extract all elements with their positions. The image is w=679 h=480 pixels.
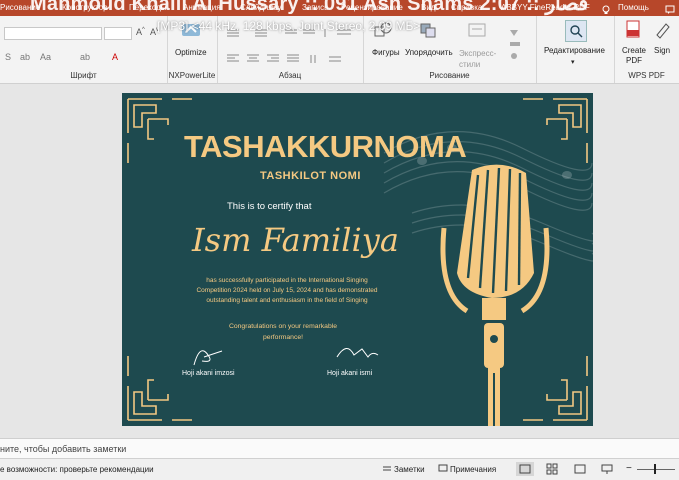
corner-ornament-top-left [127,98,192,163]
zoom-slider[interactable] [637,469,675,470]
zoom-slider-thumb[interactable] [654,464,656,474]
signature-left [193,350,223,366]
arrange-button[interactable]: Упорядочить [405,48,453,57]
reading-view-icon[interactable] [574,463,586,475]
quick-styles-button[interactable]: Экспресс-стили [459,48,496,70]
align-icons[interactable] [225,52,355,64]
body-line: has successfully participated in the Int… [206,277,368,284]
body-line: Competition 2024 held on July 15, 2024 a… [196,287,378,294]
sign-icon [654,20,672,40]
notes-pane[interactable]: ните, чтобы добавить заметки [0,438,679,459]
font-color-icon[interactable]: A [112,52,118,62]
shape-format-icons[interactable] [506,26,530,66]
normal-view-icon[interactable] [516,462,534,476]
optimize-button[interactable]: Optimize [175,48,207,57]
arrange-icon [418,21,438,39]
editing-button[interactable]: Редактирование [544,46,605,55]
congrats-line: performance! [262,334,304,341]
corner-ornament-bottom-left [127,356,192,421]
media-overlay-title: Mahmoud Khalil Al Hussary :: 091 Ash Sha… [30,0,589,15]
slideshow-icon[interactable] [601,463,613,475]
notes-button[interactable]: Заметки [394,465,425,474]
font-group: A^ Av S ab Aa ab A Шрифт [0,16,168,83]
highlight-icon[interactable]: ab [80,52,90,62]
congratulations-text: Congratulations on your remarkable perfo… [208,321,358,343]
paragraph-group-label: Абзац [278,71,302,80]
signature-right-label: Hoji akani ismi [327,370,373,377]
char-spacing-icon[interactable]: ab [20,52,30,62]
search-icon [565,20,587,42]
font-size-box[interactable] [104,27,132,40]
certificate-body: has successfully participated in the Int… [178,276,396,306]
change-case-icon[interactable]: Aa [40,52,51,62]
slide-sorter-icon[interactable] [546,463,558,475]
chevron-down-icon: ▾ [571,59,575,66]
font-group-label: Шрифт [70,71,97,80]
certificate-title: TASHAKKURNOMA [184,129,467,164]
certificate-slide[interactable]: TASHAKKURNOMA TASHKILOT NOMI This is to … [122,93,593,426]
create-pdf-icon [624,20,642,40]
notes-icon [382,464,392,474]
comment-icon[interactable] [665,2,675,14]
nxpower-group-label: NXPowerLite [168,71,216,80]
editing-group: Редактирование ▾ [536,16,615,83]
tab-assist[interactable]: Помощь [618,3,649,12]
wpspdf-group-label: WPS PDF [628,71,665,80]
create-pdf-button[interactable]: Create PDF [621,46,647,66]
comments-icon [438,464,448,474]
organization-name: TASHKILOT NOMI [260,170,361,182]
status-bar: е возможности: проверьте рекомендации За… [0,458,679,480]
comments-button[interactable]: Примечания [450,465,496,474]
congrats-line: Congratulations on your remarkable [228,323,338,330]
sign-button[interactable]: Sign [654,46,670,55]
notes-placeholder: ните, чтобы добавить заметки [0,444,127,454]
wpspdf-group: Create PDF Sign WPS PDF [614,16,679,83]
accessibility-status[interactable]: е возможности: проверьте рекомендации [0,465,154,474]
signature-left-label: Hoji akani imzosi [182,370,235,377]
grow-font-icon[interactable]: A^ [136,27,145,37]
certify-text: This is to certify that [227,201,312,212]
lightbulb-icon [601,2,611,14]
quick-styles-icon [467,21,487,39]
shapes-button[interactable]: Фигуры [372,48,400,57]
drawing-group-label: Рисование [429,71,470,80]
body-line: outstanding talent and enthusiasm in the… [206,297,368,304]
strikethrough-icon[interactable]: S [5,52,11,62]
microphone-illustration [440,164,550,426]
signature-right [336,348,379,358]
recipient-name: Ism Familiya [192,221,399,259]
zoom-out-icon[interactable]: − [626,463,632,474]
media-overlay-subtitle: [MP3] <44 kHz, 128 kbps, Joint Stereo, 2… [157,19,421,33]
corner-ornament-bottom-right [523,356,588,421]
font-name-box[interactable] [4,27,102,40]
